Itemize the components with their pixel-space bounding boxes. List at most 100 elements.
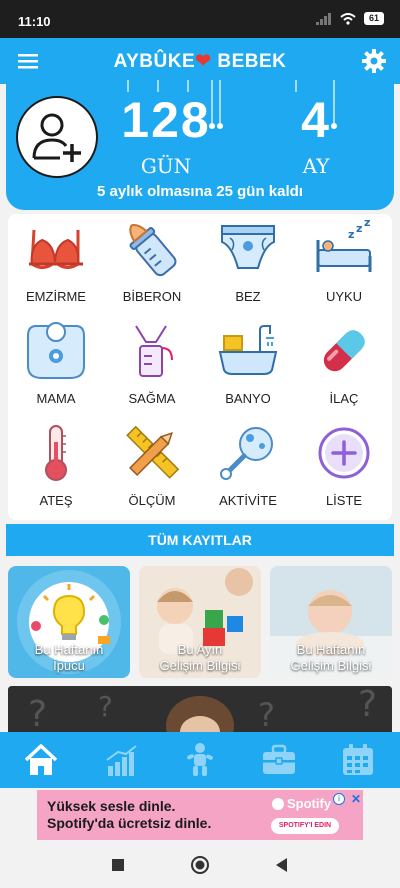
svg-text:?: ? xyxy=(258,696,275,734)
battery-indicator: 61 xyxy=(363,12,384,25)
briefcase-icon[interactable] xyxy=(260,742,298,778)
tip-of-week-card[interactable]: Bu Haftanın İpucu xyxy=(8,566,130,678)
rattle-icon xyxy=(220,427,273,480)
card-label: Bu Haftanın İpucu xyxy=(8,642,130,674)
age-banner: 128 GÜN 4 AY 5 aylık olmasına 25 gün kal… xyxy=(6,80,394,210)
grid-item-aktivite[interactable]: AKTİVİTE xyxy=(200,420,296,522)
grid-label: AKTİVİTE xyxy=(219,493,277,508)
svg-text:z: z xyxy=(348,228,354,241)
svg-text:?: ? xyxy=(358,686,377,725)
article-banner[interactable]: ? ? ? ? xyxy=(8,686,392,734)
ad-close-icon[interactable]: ✕ xyxy=(351,792,361,806)
grid-label: SAĞMA xyxy=(128,391,176,406)
wifi-icon xyxy=(340,12,356,25)
grid-item-liste[interactable]: LİSTE xyxy=(296,420,392,522)
status-icons: 61 xyxy=(315,12,384,25)
card-label-line1: Bu Haftanın xyxy=(296,642,366,657)
chart-icon[interactable] xyxy=(102,742,140,778)
grid-item-biberon[interactable]: BİBERON xyxy=(104,216,200,318)
svg-text:?: ? xyxy=(98,690,113,723)
ad-cta-button[interactable]: SPOTIFY'I EDIN xyxy=(271,818,339,834)
grid-item-banyo[interactable]: BANYO xyxy=(200,318,296,420)
app-title-suffix: BEBEK xyxy=(217,51,287,72)
card-label-line2: İpucu xyxy=(53,658,85,673)
calendar-icon[interactable] xyxy=(339,742,377,778)
svg-text:z: z xyxy=(364,220,370,229)
ad-banner: Yüksek sesle dinle. Spotify'da ücretsiz … xyxy=(0,788,400,842)
ad-info-icon[interactable]: i xyxy=(333,793,345,805)
grid-item-ates[interactable]: ATEŞ xyxy=(8,420,104,522)
grid-label: BEZ xyxy=(235,289,261,304)
signal-icon xyxy=(315,12,331,25)
card-label-line1: Bu Haftanın xyxy=(34,642,104,657)
gear-icon[interactable] xyxy=(360,47,388,75)
bathtub-icon xyxy=(218,325,278,375)
spotify-ad[interactable]: Yüksek sesle dinle. Spotify'da ücretsiz … xyxy=(37,790,363,840)
app-title-name: AYBÛKE xyxy=(113,51,196,72)
spotify-icon xyxy=(272,798,284,810)
ad-text-line1: Yüksek sesle dinle. xyxy=(47,798,176,814)
grid-label: BANYO xyxy=(225,391,271,406)
month-development-card[interactable]: Bu Ayın Gelişim Bilgisi xyxy=(139,566,261,678)
status-bar: 11:10 61 xyxy=(0,0,400,38)
card-label-line2: Gelişim Bilgisi xyxy=(290,658,372,673)
grid-item-mama[interactable]: MAMA xyxy=(8,318,104,420)
ad-text-line2: Spotify'da ücretsiz dinle. xyxy=(47,815,212,831)
months-counter: 4 AY xyxy=(286,94,346,178)
spotify-logo: Spotify xyxy=(272,796,331,811)
bottom-navigation xyxy=(0,732,400,788)
all-records-button[interactable]: TÜM KAYITLAR xyxy=(6,524,394,556)
grid-label: ÖLÇÜM xyxy=(128,493,176,508)
grid-item-bez[interactable]: BEZ xyxy=(200,216,296,318)
baby-bottle-icon xyxy=(129,223,177,277)
recents-icon[interactable] xyxy=(107,854,129,876)
grid-label: UYKU xyxy=(325,289,363,304)
ad-text: Yüksek sesle dinle. Spotify'da ücretsiz … xyxy=(47,798,211,832)
grid-item-emzirme[interactable]: EMZİRME xyxy=(8,216,104,318)
ruler-pencil-icon xyxy=(126,425,180,479)
bra-icon xyxy=(29,229,83,269)
remaining-days-text: 5 aylık olmasına 25 gün kaldı xyxy=(97,183,303,200)
status-time: 11:10 xyxy=(18,14,51,29)
app-title: AYBÛKE❤ BEBEK xyxy=(0,50,400,73)
months-unit: AY xyxy=(302,154,330,178)
card-label: Bu Ayın Gelişim Bilgisi xyxy=(139,642,261,674)
card-label: Bu Haftanın Gelişim Bilgisi xyxy=(270,642,392,674)
grid-label: BİBERON xyxy=(122,289,182,304)
home-button-icon[interactable] xyxy=(189,854,211,876)
diaper-icon xyxy=(221,225,275,269)
baby-icon[interactable] xyxy=(181,742,219,778)
breast-pump-icon xyxy=(135,325,173,377)
card-label-line1: Bu Ayın xyxy=(177,642,223,657)
grid-item-uyku[interactable]: z z z UYKU xyxy=(296,216,392,318)
pill-icon xyxy=(323,330,365,372)
grid-label: MAMA xyxy=(36,391,76,406)
months-value: 4 xyxy=(301,92,331,148)
card-label-line2: Gelişim Bilgisi xyxy=(159,658,241,673)
bib-icon xyxy=(27,322,85,379)
thermometer-icon xyxy=(45,425,67,481)
days-value: 128 xyxy=(121,92,211,148)
heart-icon: ❤ xyxy=(195,51,212,72)
spotify-brand: Spotify xyxy=(287,796,332,811)
question-marks-image: ? ? ? ? xyxy=(8,686,392,734)
svg-text:z: z xyxy=(356,222,362,235)
grid-label: ATEŞ xyxy=(39,493,73,508)
sleep-bed-icon: z z z xyxy=(316,216,372,272)
svg-text:?: ? xyxy=(28,694,47,734)
grid-label: İLAÇ xyxy=(329,391,359,406)
grid-label: EMZİRME xyxy=(26,289,86,304)
system-navigation xyxy=(0,842,400,888)
app-bar: AYBÛKE❤ BEBEK xyxy=(0,38,400,84)
days-counter: 128 GÜN xyxy=(116,94,216,178)
back-icon[interactable] xyxy=(271,854,293,876)
home-icon[interactable] xyxy=(22,742,60,778)
grid-item-sagma[interactable]: SAĞMA xyxy=(104,318,200,420)
plus-circle-icon xyxy=(318,427,370,479)
week-development-card[interactable]: Bu Haftanın Gelişim Bilgisi xyxy=(270,566,392,678)
days-unit: GÜN xyxy=(140,154,192,178)
activity-grid: EMZİRME BİBERON BEZ z z z UYKU MAMA SAĞM… xyxy=(8,214,392,520)
grid-item-olcum[interactable]: ÖLÇÜM xyxy=(104,420,200,522)
grid-item-ilac[interactable]: İLAÇ xyxy=(296,318,392,420)
grid-label: LİSTE xyxy=(325,493,363,508)
